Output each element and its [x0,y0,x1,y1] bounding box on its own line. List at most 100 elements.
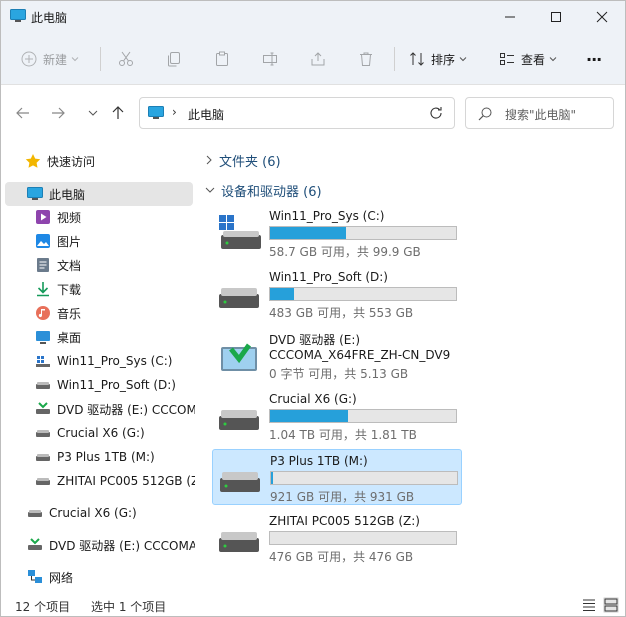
content-pane: 文件夹 (6) 设备和驱动器 (6) Win11_Pro_Sys (C:) 58… [197,141,625,593]
drive-space: 1.04 TB 可用，共 1.81 TB [269,428,417,442]
maximize-button[interactable] [533,1,579,33]
pictures-icon [35,233,51,249]
address-bar[interactable]: › 此电脑 [139,97,455,129]
sidebar-label: 此电脑 [49,187,86,202]
cut-button[interactable] [118,45,134,73]
drive-tile-d[interactable]: Win11_Pro_Soft (D:) 483 GB 可用，共 553 GB [212,266,462,322]
system-drive-icon [35,353,51,369]
back-button[interactable] [11,101,35,125]
drive-icon [219,532,259,552]
breadcrumb-this-pc[interactable]: 此电脑 [188,106,224,123]
sidebar-item-quick-access[interactable]: 快速访问 [25,149,195,173]
drive-tile-c[interactable]: Win11_Pro_Sys (C:) 58.7 GB 可用，共 99.9 GB [212,205,462,261]
video-icon [35,209,51,225]
scissors-icon [119,51,133,66]
drive-tile-g[interactable]: Crucial X6 (G:) 1.04 TB 可用，共 1.81 TB [212,388,462,444]
sidebar-item-this-pc[interactable]: 此电脑 [5,182,193,206]
tiles-view-button[interactable] [603,597,619,613]
breadcrumb-separator-icon: › [172,105,177,119]
sidebar-label: 音乐 [57,306,82,321]
sidebar-item-downloads[interactable]: 下载 [35,277,195,301]
refresh-button[interactable] [424,101,448,125]
sidebar-item-desktop[interactable]: 桌面 [35,325,195,349]
chevron-down-icon [459,57,467,62]
explorer-window: 此电脑 新建 排序 查看 ··· › 此电脑 搜索"此电脑" 快速访问 此电脑 … [0,0,626,617]
recent-locations-button[interactable] [81,101,105,125]
rename-button[interactable] [262,45,278,73]
drive-space: 476 GB 可用，共 476 GB [269,550,414,564]
sidebar-item-dvd[interactable]: DVD 驱动器 (E:) CCCOMA_X64FRE_ZH-CN_DV9 [27,533,195,557]
drive-name: Crucial X6 (G:) [269,392,357,406]
share-button[interactable] [310,45,326,73]
sidebar-item-crucial[interactable]: Crucial X6 (G:) [27,501,195,525]
drive-space: 58.7 GB 可用，共 99.9 GB [269,245,421,259]
sort-icon [410,52,424,66]
details-view-button[interactable] [581,597,597,613]
sidebar-item-drive-m[interactable]: P3 Plus 1TB (M:) [35,445,195,469]
new-button[interactable]: 新建 [21,45,79,73]
drive-space: 921 GB 可用，共 931 GB [270,490,415,504]
group-header-devices[interactable]: 设备和驱动器 (6) [205,179,322,201]
minimize-icon [505,16,515,18]
drive-tile-z[interactable]: ZHITAI PC005 512GB (Z:) 476 GB 可用，共 476 … [212,510,462,566]
chevron-down-icon [205,187,215,193]
sidebar-label: Crucial X6 (G:) [49,506,137,520]
up-button[interactable] [106,101,130,125]
more-icon: ··· [586,49,602,69]
sidebar-label: Win11_Pro_Sys (C:) [57,354,173,368]
search-box[interactable]: 搜索"此电脑" [465,97,614,129]
chevron-down-icon [71,57,79,62]
sidebar-item-pictures[interactable]: 图片 [35,229,195,253]
tiles-view-icon [604,598,618,612]
more-options-button[interactable]: ··· [586,45,602,73]
sidebar-item-documents[interactable]: 文档 [35,253,195,277]
minimize-button[interactable] [487,1,533,33]
close-icon [596,11,608,23]
drive-name: Win11_Pro_Sys (C:) [269,209,385,223]
sidebar-item-drive-d[interactable]: Win11_Pro_Soft (D:) [35,373,195,397]
dvd-icon [221,343,257,371]
navigation-bar: › 此电脑 搜索"此电脑" [1,85,625,141]
close-button[interactable] [579,1,625,33]
sidebar-label: DVD 驱动器 (E:) CCCOMA_X64FRE_ZH-CN_DV9 [49,538,195,553]
title-bar: 此电脑 [1,1,625,33]
copy-button[interactable] [166,45,182,73]
view-button[interactable]: 查看 [499,45,557,73]
sidebar-label: Crucial X6 (G:) [57,426,145,440]
group-label: 设备和驱动器 (6) [221,184,322,200]
drive-label: CCCOMA_X64FRE_ZH-CN_DV9 [269,348,451,362]
sidebar-item-network[interactable]: 网络 [27,565,195,589]
toolbar-divider [394,47,395,71]
sidebar-item-drive-g[interactable]: Crucial X6 (G:) [35,421,195,445]
drive-tile-e[interactable]: DVD 驱动器 (E:) CCCOMA_X64FRE_ZH-CN_DV9 0 字… [212,327,462,383]
sidebar-item-drive-z[interactable]: ZHITAI PC005 512GB (Z:) [35,469,195,493]
sidebar-item-drive-c[interactable]: Win11_Pro_Sys (C:) [35,349,195,373]
sidebar-label: 快速访问 [47,154,96,169]
sidebar-item-music[interactable]: 音乐 [35,301,195,325]
trash-icon [360,52,372,66]
group-header-folders[interactable]: 文件夹 (6) [205,149,281,171]
forward-button[interactable] [46,101,70,125]
search-icon [478,107,492,121]
command-bar: 新建 排序 查看 ··· [1,33,625,85]
drive-name: P3 Plus 1TB (M:) [270,454,368,468]
sidebar-item-videos[interactable]: 视频 [35,205,195,229]
drive-icon [35,377,51,393]
drive-space: 483 GB 可用，共 553 GB [269,306,414,320]
toolbar-divider [100,47,101,71]
drive-space: 0 字节 可用，共 5.13 GB [269,367,409,381]
sidebar-label: 文档 [57,258,82,273]
group-label: 文件夹 (6) [219,154,281,170]
delete-button[interactable] [358,45,374,73]
sort-button[interactable]: 排序 [409,45,467,73]
drive-tile-m[interactable]: P3 Plus 1TB (M:) 921 GB 可用，共 931 GB [212,449,462,505]
system-drive-icon [219,215,261,249]
sidebar-label: 视频 [57,210,82,225]
music-icon [35,305,51,321]
documents-icon [35,257,51,273]
view-icon [500,53,514,65]
window-title: 此电脑 [31,11,68,25]
usage-bar [269,226,457,240]
paste-button[interactable] [214,45,230,73]
sidebar-item-drive-e[interactable]: DVD 驱动器 (E:) CCCOMA_X64FRE_ZH-CN_DV9 [35,397,195,421]
